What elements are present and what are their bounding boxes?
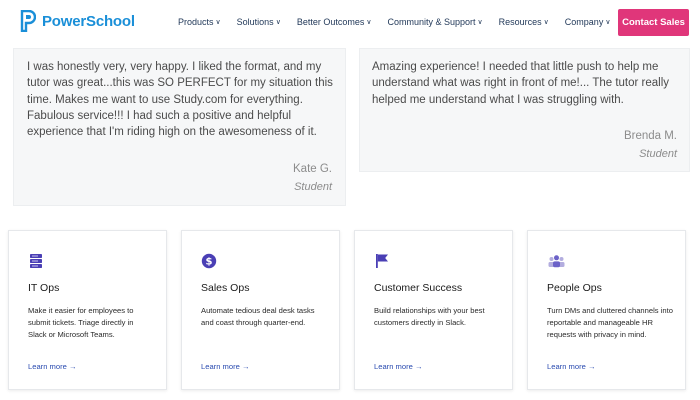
flag-icon (376, 254, 388, 268)
main-nav: Products ∨ Solutions ∨ Better Outcomes ∨… (178, 17, 610, 27)
chevron-down-icon: ∨ (366, 19, 372, 26)
feature-card-description: Make it easier for employees to submit t… (28, 306, 134, 339)
feature-card-description: Turn DMs and cluttered channels into rep… (547, 306, 673, 339)
nav-item-resources[interactable]: Resources ∨ (499, 17, 549, 27)
nav-item-label: Better Outcomes (296, 17, 365, 27)
testimonial-author: Kate G. (293, 163, 332, 175)
brand-name: PowerSchool (42, 12, 135, 30)
nav-item-solutions[interactable]: Solutions ∨ (237, 17, 281, 27)
nav-item-better-outcomes[interactable]: Better Outcomes ∨ (297, 17, 372, 27)
learn-more-link[interactable]: Learn more → (374, 362, 423, 371)
chevron-down-icon: ∨ (215, 19, 221, 26)
server-stack-icon (30, 254, 42, 268)
nav-item-label: Company (564, 17, 604, 27)
feature-card-people-ops: People Ops Turn DMs and cluttered channe… (527, 230, 686, 390)
testimonial-card: I was honestly very, very happy. I liked… (13, 48, 346, 206)
nav-item-company[interactable]: Company ∨ (565, 17, 611, 27)
nav-item-products[interactable]: Products ∨ (178, 17, 221, 27)
nav-item-community-support[interactable]: Community & Support ∨ (387, 17, 482, 27)
nav-item-label: Solutions (236, 17, 274, 27)
nav-item-label: Resources (498, 17, 542, 27)
nav-item-label: Community & Support (387, 17, 476, 27)
testimonial-quote: I was honestly very, very happy. I liked… (27, 61, 333, 139)
feature-card-title: IT Ops (28, 282, 60, 294)
feature-card-customer-success: Customer Success Build relationships wit… (354, 230, 513, 390)
learn-more-link[interactable]: Learn more → (201, 362, 250, 371)
testimonial-role: Student (639, 148, 677, 160)
learn-more-link[interactable]: Learn more → (28, 362, 77, 371)
feature-card-title: Sales Ops (201, 282, 250, 294)
site-header: PowerSchool Products ∨ Solutions ∨ Bette… (0, 0, 700, 48)
feature-card-it-ops: IT Ops Make it easier for employees to s… (8, 230, 167, 390)
nav-item-label: Products (178, 17, 214, 27)
chevron-down-icon: ∨ (275, 19, 281, 26)
testimonial-role: Student (294, 181, 332, 193)
people-group-icon (548, 255, 565, 268)
feature-card-title: People Ops (547, 282, 602, 294)
feature-card-description: Automate tedious deal desk tasks and coa… (201, 306, 315, 327)
contact-sales-button[interactable]: Contact Sales (618, 9, 689, 36)
svg-text:$: $ (206, 257, 213, 268)
logo[interactable]: PowerSchool (20, 10, 135, 32)
testimonial-author: Brenda M. (623, 130, 677, 142)
feature-card-title: Customer Success (374, 282, 463, 294)
testimonial-quote: Amazing experience! I needed that little… (372, 61, 670, 106)
chevron-down-icon: ∨ (477, 19, 483, 26)
feature-card-description: Build relationships with your best custo… (374, 306, 485, 327)
dollar-coin-icon: $ (201, 253, 217, 269)
feature-card-sales-ops: $ Sales Ops Automate tedious deal desk t… (181, 230, 340, 390)
chevron-down-icon: ∨ (543, 19, 549, 26)
chevron-down-icon: ∨ (605, 19, 611, 26)
testimonial-card: Amazing experience! I needed that little… (359, 48, 690, 172)
learn-more-link[interactable]: Learn more → (547, 362, 596, 371)
powerschool-logo-icon (20, 10, 36, 32)
